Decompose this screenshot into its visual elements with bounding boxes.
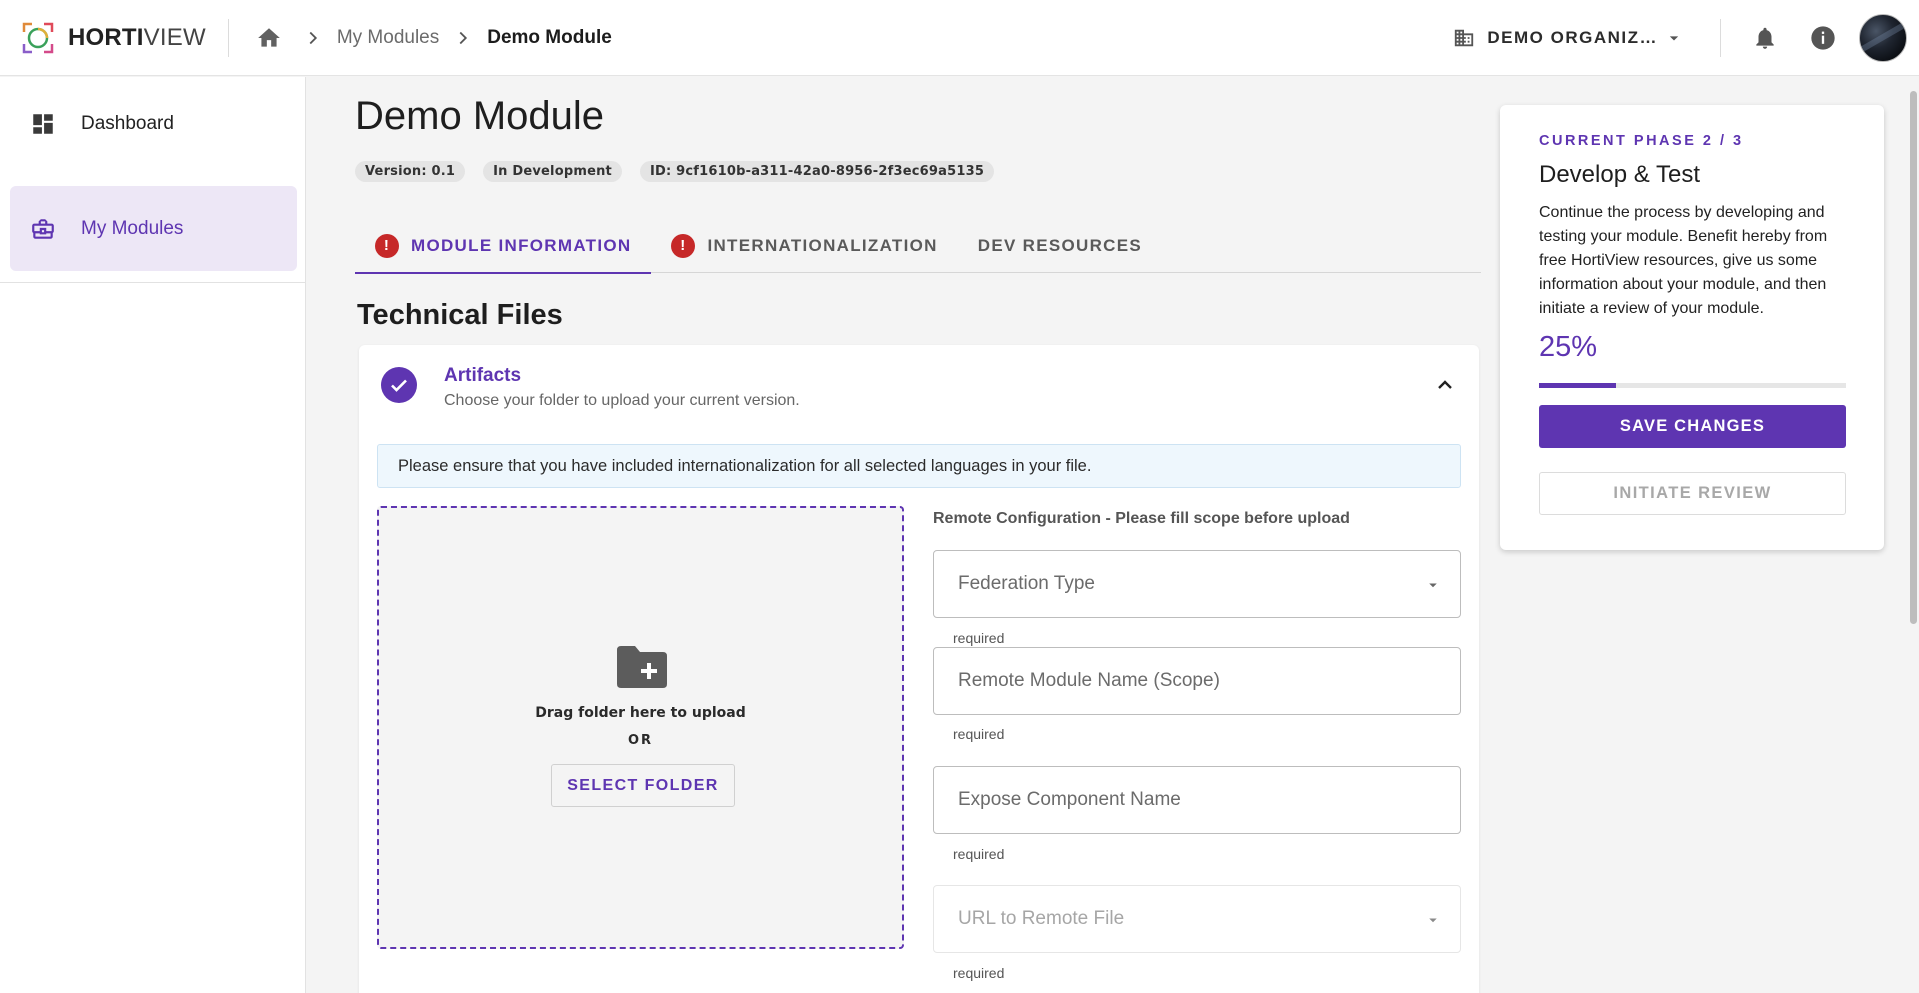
field-label: URL to Remote File — [958, 908, 1125, 929]
phase-progress-percent: 25% — [1539, 331, 1598, 363]
field-helper-text: required — [953, 726, 1005, 742]
status-chip: In Development — [483, 161, 622, 182]
sidebar: Dashboard My Modules — [0, 77, 306, 993]
hortiview-logo[interactable]: HORTIVIEW — [20, 18, 206, 58]
notifications-button[interactable] — [1743, 16, 1787, 60]
chevron-right-icon — [301, 26, 325, 50]
check-circle-icon — [381, 367, 417, 403]
sidebar-divider — [0, 282, 306, 283]
sidebar-item-label: My Modules — [81, 217, 184, 239]
logo-mark-icon — [22, 22, 54, 53]
save-changes-button[interactable]: SAVE CHANGES — [1539, 405, 1846, 448]
url-remote-file-select: URL to Remote File — [933, 885, 1461, 953]
building-icon — [1455, 29, 1474, 47]
initiate-review-button: INITIATE REVIEW — [1539, 472, 1846, 515]
bell-icon — [1756, 27, 1774, 49]
federation-type-select[interactable]: Federation Type — [933, 550, 1461, 618]
caret-down-icon — [1429, 918, 1437, 923]
phase-card: CURRENT PHASE 2 / 3 Develop & Test Conti… — [1500, 105, 1884, 550]
home-button[interactable] — [249, 18, 289, 58]
remote-config-title: Remote Configuration - Please fill scope… — [933, 510, 1350, 527]
field-label: Remote Module Name (Scope) — [958, 670, 1220, 691]
artifacts-title: Artifacts — [444, 365, 522, 386]
caret-down-icon — [1669, 36, 1679, 41]
tab-label: INTERNATIONALIZATION — [707, 235, 938, 255]
info-alert: Please ensure that you have included int… — [377, 444, 1461, 488]
organization-selector[interactable]: DEMO ORGANIZ… — [1443, 18, 1694, 58]
dashboard-icon — [30, 111, 56, 137]
header-divider — [227, 18, 229, 57]
scrollbar-thumb[interactable] — [1910, 91, 1917, 624]
breadcrumb-current: Demo Module — [487, 26, 612, 48]
module-meta-chips: Version: 0.1 In Development ID: 9cf1610b… — [355, 161, 1012, 182]
top-app-bar: HORTIVIEW My Modules Demo Module DEMO OR… — [0, 0, 1919, 76]
phase-description: Continue the process by developing and t… — [1539, 204, 1828, 317]
select-folder-button[interactable]: SELECT FOLDER — [551, 764, 735, 807]
remote-module-name-input[interactable]: Remote Module Name (Scope) — [933, 647, 1461, 715]
section-title: Technical Files — [357, 299, 563, 331]
phase-progress-bar — [1539, 383, 1846, 388]
sidebar-item-label: Dashboard — [81, 112, 174, 134]
sidebar-item-dashboard[interactable]: Dashboard — [10, 81, 297, 166]
folder-dropzone[interactable]: Drag folder here to upload OR SELECT FOL… — [377, 506, 904, 949]
field-helper-text: required — [953, 846, 1005, 862]
home-icon — [257, 27, 280, 47]
header-divider — [1720, 19, 1721, 57]
phase-progress-fill — [1539, 383, 1616, 388]
phase-overline: CURRENT PHASE 2 / 3 — [1539, 133, 1744, 149]
briefcase-icon — [30, 216, 56, 242]
tab-dev-resources[interactable]: DEV RESOURCES — [958, 218, 1162, 273]
tab-label: MODULE INFORMATION — [411, 235, 632, 255]
alert-icon: ! — [671, 233, 696, 258]
tab-label: DEV RESOURCES — [977, 235, 1143, 255]
create-folder-icon — [617, 646, 667, 688]
dropzone-or: OR — [627, 733, 654, 748]
chevron-right-icon — [451, 26, 475, 50]
info-icon — [1811, 26, 1835, 50]
user-avatar[interactable] — [1859, 14, 1907, 62]
logo-wordmark: HORTIVIEW — [68, 23, 206, 51]
phase-title: Develop & Test — [1539, 161, 1700, 188]
version-chip: Version: 0.1 — [355, 161, 466, 182]
info-button[interactable] — [1801, 16, 1845, 60]
field-label: Federation Type — [958, 573, 1095, 594]
tab-module-information[interactable]: ! MODULE INFORMATION — [355, 218, 652, 274]
module-tabs: ! MODULE INFORMATION ! INTERNATIONALIZAT… — [355, 218, 1481, 274]
expose-component-name-input[interactable]: Expose Component Name — [933, 766, 1461, 834]
chevron-up-icon — [1438, 380, 1452, 389]
page-title: Demo Module — [355, 94, 605, 138]
artifacts-panel: Artifacts Choose your folder to upload y… — [359, 345, 1479, 993]
page-scrollbar[interactable] — [1907, 77, 1919, 993]
artifacts-subtitle: Choose your folder to upload your curren… — [444, 392, 800, 409]
caret-down-icon — [1429, 583, 1437, 588]
organization-name: DEMO ORGANIZ… — [1487, 28, 1658, 47]
collapse-button[interactable] — [1431, 371, 1459, 399]
dropzone-text: Drag folder here to upload — [535, 705, 746, 721]
module-id-chip: ID: 9cf1610b-a311-42a0-8956-2f3ec69a5135 — [639, 161, 995, 182]
tab-internationalization[interactable]: ! INTERNATIONALIZATION — [651, 218, 957, 273]
field-label: Expose Component Name — [958, 789, 1181, 810]
field-helper-text: required — [953, 630, 1005, 646]
alert-icon: ! — [375, 233, 399, 258]
field-helper-text: required — [953, 965, 1005, 981]
sidebar-item-my-modules[interactable]: My Modules — [10, 186, 297, 271]
breadcrumb-my-modules[interactable]: My Modules — [337, 27, 439, 49]
